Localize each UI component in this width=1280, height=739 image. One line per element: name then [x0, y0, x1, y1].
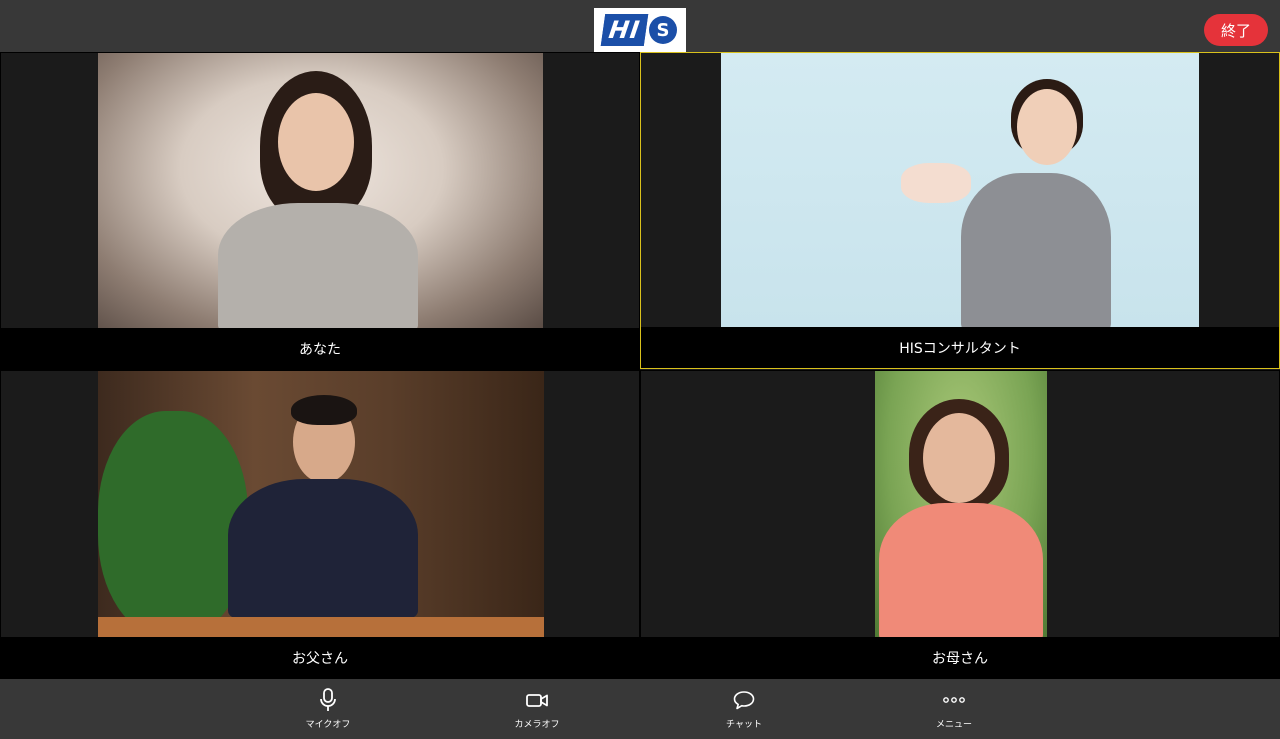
chat-button[interactable]: チャット: [704, 687, 784, 733]
video-feed-father: [98, 371, 544, 637]
chat-label: チャット: [726, 720, 762, 730]
avatar-body: [228, 479, 418, 619]
avatar-face: [278, 93, 354, 191]
logo-text-s: S: [649, 16, 677, 44]
avatar-face: [923, 413, 995, 503]
desk: [98, 617, 544, 637]
avatar-face: [1017, 89, 1077, 165]
plant: [98, 411, 248, 637]
chat-bubble-icon: [733, 691, 755, 710]
video-feed-mother: [875, 371, 1047, 638]
control-bar: マイクオフ カメラオフ チャット メニュー: [0, 679, 1280, 739]
participant-name: お父さん: [1, 637, 639, 678]
end-call-button[interactable]: 終了: [1204, 14, 1268, 46]
participant-name: あなた: [1, 328, 639, 369]
top-bar: HI S 終了: [0, 0, 1280, 52]
avatar-body: [218, 203, 418, 328]
participant-name: お母さん: [641, 637, 1279, 678]
menu-label: メニュー: [935, 720, 972, 730]
mic-off-button[interactable]: マイクオフ: [288, 687, 368, 733]
avatar-hair: [291, 395, 357, 425]
avatar-hand: [901, 163, 971, 203]
more-dots-icon: [943, 697, 965, 703]
video-tile-you[interactable]: あなた: [0, 52, 640, 370]
his-logo: HI S: [594, 8, 686, 52]
logo-mark: HI S: [600, 14, 677, 46]
video-feed-consultant: [721, 53, 1199, 328]
video-tile-father[interactable]: お父さん: [0, 370, 640, 679]
video-feed-you: [98, 53, 543, 328]
menu-button[interactable]: メニュー: [914, 687, 994, 733]
video-camera-icon: [526, 694, 548, 707]
logo-text-hi: HI: [600, 14, 649, 46]
participant-name: HISコンサルタント: [641, 327, 1279, 368]
microphone-icon: [320, 688, 336, 711]
camera-off-button[interactable]: カメラオフ: [497, 687, 577, 733]
mic-off-label: マイクオフ: [305, 720, 351, 730]
video-tile-mother[interactable]: お母さん: [640, 370, 1280, 679]
camera-off-label: カメラオフ: [514, 720, 560, 730]
video-tile-consultant[interactable]: HISコンサルタント: [640, 52, 1280, 369]
avatar-body: [879, 503, 1043, 638]
avatar-body: [961, 173, 1111, 328]
